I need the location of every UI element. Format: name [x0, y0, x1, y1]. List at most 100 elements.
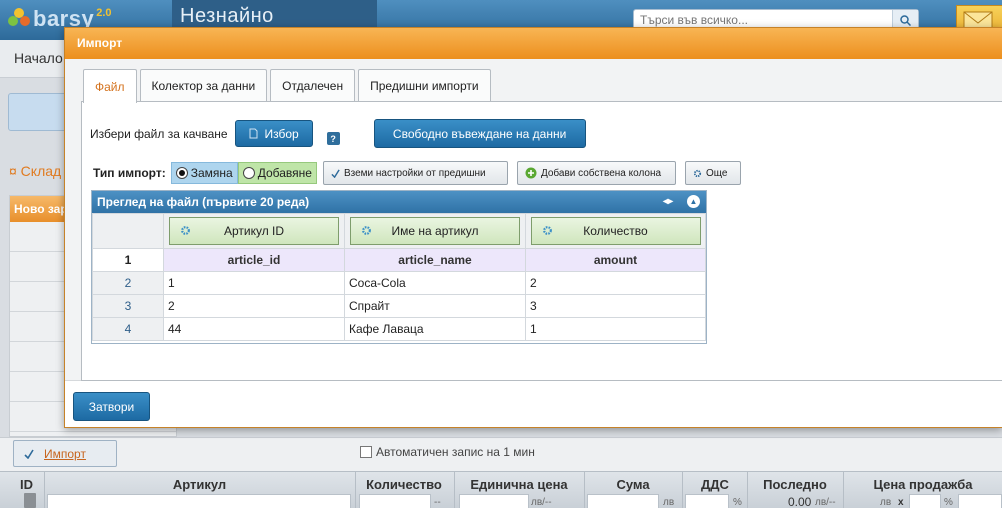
plus-circle-icon	[525, 167, 537, 179]
quantity-unit: --	[434, 497, 441, 508]
column-map-label-3: Количество	[583, 224, 648, 238]
col-article: Артикул	[172, 477, 227, 492]
sale-pct: %	[944, 497, 953, 508]
sale-times: x	[898, 497, 904, 508]
logo-flower-icon	[8, 8, 30, 30]
preview-table: Артикул ID Име на артикул Количество 1 a…	[92, 213, 706, 341]
column-map-button-2[interactable]: Име на артикул	[350, 217, 520, 245]
unit-price-unit: лв/--	[531, 497, 552, 508]
sum-input[interactable]	[587, 494, 659, 508]
sale-unit: лв	[880, 497, 892, 508]
nav-home-link[interactable]: Начало	[14, 50, 63, 66]
trash-icon[interactable]	[24, 493, 36, 508]
preview-title: Преглед на файл (първите 20 реда)	[97, 195, 310, 209]
column-map-button-3[interactable]: Количество	[530, 217, 701, 245]
column-mapping-row: Артикул ID Име на артикул Количество	[92, 213, 706, 249]
unit-price-input[interactable]	[459, 494, 529, 508]
row-number: 1	[92, 248, 164, 272]
file-preview-panel: Преглед на файл (първите 20 реда) ◂▸ ▲ А…	[91, 190, 707, 344]
vat-input[interactable]	[685, 494, 729, 508]
col-sum: Сума	[616, 477, 650, 492]
left-widget[interactable]	[8, 93, 68, 131]
radio-append-dot	[242, 167, 255, 179]
add-custom-column-label: Добави собствена колона	[540, 167, 662, 179]
last-value: 0.00	[788, 495, 812, 508]
radio-replace-label: Замяна	[190, 166, 233, 180]
column-map-label-1: Артикул ID	[223, 224, 285, 238]
autosave-option[interactable]: Автоматичен запис на 1 мин	[360, 445, 535, 459]
free-data-entry-button[interactable]: Свободно въвеждане на данни	[373, 119, 586, 148]
radio-append[interactable]: Добавяне	[237, 162, 317, 184]
warehouse-link[interactable]: ¤ Склад	[9, 163, 61, 179]
radio-replace-dot	[175, 167, 188, 179]
gear-icon	[542, 226, 552, 235]
table-cell: 2	[525, 271, 706, 295]
row-number: 3	[92, 294, 164, 318]
col-sale-price: Цена продажба	[873, 477, 973, 492]
import-tabs: Файл Колектор за данни Отдалечен Предишн…	[83, 69, 491, 103]
import-button[interactable]: Импорт	[13, 440, 117, 467]
radio-replace[interactable]: Замяна	[170, 162, 238, 184]
preview-header: Преглед на файл (първите 20 реда) ◂▸ ▲	[92, 191, 706, 213]
sale-multiplier-input[interactable]	[909, 494, 941, 508]
quantity-input[interactable]	[359, 494, 431, 508]
column-map-label-2: Име на артикул	[391, 224, 479, 238]
dialog-title: Импорт	[65, 28, 1002, 59]
tab-previous-imports[interactable]: Предишни импорти	[358, 69, 491, 102]
row-number: 2	[92, 271, 164, 295]
sum-unit: лв	[663, 497, 675, 508]
resize-icon[interactable]: ◂▸	[663, 196, 673, 207]
row-number: 4	[92, 317, 164, 341]
last-unit: лв/--	[815, 497, 836, 508]
sale-price-input[interactable]	[958, 494, 1002, 508]
dialog-body: Файл Колектор за данни Отдалечен Предишн…	[65, 59, 1002, 381]
import-dialog: Импорт Файл Колектор за данни Отдалечен …	[64, 27, 1002, 428]
logo-version: 2.0	[96, 7, 112, 19]
import-check-icon	[24, 449, 34, 459]
table-row: 3 2 Спрайт 3	[92, 294, 706, 318]
take-previous-settings-label: Вземи настройки от предишни	[343, 167, 486, 179]
table-row: 4 44 Кафе Лаваца 1	[92, 317, 706, 341]
gear-icon	[362, 226, 371, 235]
tab-data-collector[interactable]: Колектор за данни	[139, 69, 268, 102]
vat-unit: %	[733, 497, 742, 508]
items-grid-header: ID Артикул Количество Единична цена Сума…	[0, 471, 1002, 508]
table-cell: 1	[525, 317, 706, 341]
more-button-label: Още	[705, 167, 728, 179]
col-unit-price: Единична цена	[470, 477, 568, 492]
import-type-label: Тип импорт:	[93, 166, 166, 180]
choose-file-label: Избери файл за качване	[90, 126, 228, 141]
more-button[interactable]: Още	[684, 161, 741, 185]
tab-file[interactable]: Файл	[83, 69, 137, 103]
file-icon	[249, 128, 257, 139]
file-chooser-row: Избери файл за качване Избор ? Свободно …	[90, 119, 586, 148]
autosave-checkbox[interactable]	[360, 446, 372, 458]
article-input[interactable]	[47, 494, 351, 508]
tab-remote[interactable]: Отдалечен	[270, 69, 356, 102]
col-vat: ДДС	[701, 477, 729, 492]
help-icon[interactable]: ?	[326, 132, 340, 145]
table-cell: 3	[525, 294, 706, 318]
close-dialog-button[interactable]: Затвори	[73, 392, 150, 421]
table-row: 2 1 Coca-Cola 2	[92, 271, 706, 295]
table-cell: Кафе Лаваца	[344, 317, 526, 341]
file-header-row: 1 article_id article_name amount	[92, 248, 706, 272]
table-cell: Спрайт	[344, 294, 526, 318]
search-icon	[900, 14, 911, 26]
import-type-radio-group: Замяна Добавяне	[170, 162, 317, 184]
table-cell: 44	[163, 317, 345, 341]
col-quantity: Количество	[366, 477, 442, 492]
take-previous-settings-button[interactable]: Вземи настройки от предишни	[322, 161, 508, 185]
table-cell: article_name	[344, 248, 526, 272]
add-custom-column-button[interactable]: Добави собствена колона	[516, 161, 676, 185]
table-cell: Coca-Cola	[344, 271, 526, 295]
table-cell: 2	[163, 294, 345, 318]
gear-icon	[693, 169, 702, 177]
column-map-button-1[interactable]: Артикул ID	[169, 217, 339, 245]
import-type-row: Тип импорт: Замяна Добавяне Вземи настро…	[93, 161, 741, 185]
choose-file-button[interactable]: Избор	[234, 120, 313, 147]
collapse-icon[interactable]: ▲	[687, 195, 700, 208]
table-cell: article_id	[163, 248, 345, 272]
gear-icon	[181, 226, 190, 235]
autosave-label: Автоматичен запис на 1 мин	[376, 445, 535, 459]
